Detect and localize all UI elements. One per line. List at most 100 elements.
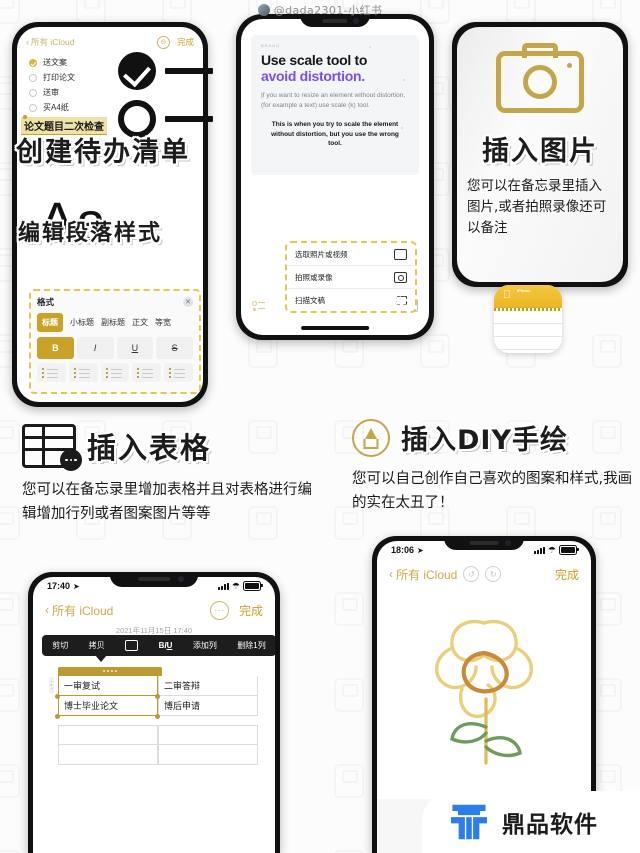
checkbox-icon[interactable] — [29, 73, 37, 82]
watermark-note-icon — [334, 592, 364, 626]
table-cell[interactable] — [158, 745, 258, 765]
done-button[interactable]: 完成 — [239, 602, 263, 619]
back-button[interactable]: ‹ 所有 iCloud — [45, 602, 113, 619]
table-cell[interactable] — [158, 725, 258, 745]
delete-column-button[interactable]: 删除1列 — [237, 640, 265, 651]
table-icon — [22, 424, 82, 471]
card-emphasis: This is when you try to scale the elemen… — [271, 121, 399, 147]
chevron-left-icon: ‹ — [26, 37, 29, 47]
add-column-button[interactable]: 添加列 — [193, 640, 217, 651]
status-bar: 17:40 ➤ ☂ — [33, 579, 275, 593]
biu-button[interactable]: BIU — [159, 641, 173, 650]
more-button[interactable]: ··· — [209, 600, 229, 620]
table-cell[interactable]: 博后申请 — [158, 696, 258, 716]
strikethrough-button[interactable]: S — [156, 337, 193, 359]
watermark-note-icon — [0, 506, 20, 540]
flower-sketch — [435, 619, 533, 765]
table-cell[interactable]: 二审答辩 — [158, 676, 258, 696]
markup-pen-icon — [352, 418, 390, 457]
watermark-note-icon — [334, 678, 364, 712]
list-item[interactable]: 送审 — [29, 85, 169, 100]
insert-photo-body: 您可以在备忘录里插入图片,或者拍照录像还可以备注 — [467, 178, 607, 236]
menu-label: 选取照片或视频 — [295, 249, 348, 259]
style-button-subheading[interactable]: 副标题 — [101, 317, 125, 328]
checkbox-icon[interactable] — [29, 103, 37, 112]
italic-button[interactable]: I — [76, 337, 114, 359]
status-time: 18:06 — [391, 545, 415, 555]
numbered-list-button[interactable] — [100, 363, 130, 382]
checkmark-annotation-icon — [118, 52, 156, 90]
menu-item-choose-photo[interactable]: 选取照片或视频 — [287, 243, 415, 266]
drawing-nav-bar: ‹ 所有 iCloud ↺ ↻ 完成 — [377, 563, 591, 585]
redo-icon[interactable]: ↻ — [485, 566, 502, 582]
checkbox-checked-icon[interactable] — [29, 58, 37, 67]
insert-diy-section: 插入DIY手绘 您可以自己创作自己喜欢的图案和样式,我画的实在太丑了！ — [352, 418, 634, 515]
insert-media-menu: 选取照片或视频 拍照或录像 扫描文稿 — [285, 241, 417, 313]
dashed-list-button[interactable] — [68, 363, 98, 382]
done-button[interactable]: 完成 — [177, 36, 194, 48]
back-button[interactable]: ‹ 所有 iCloud — [26, 36, 74, 48]
selection-handle[interactable] — [55, 714, 60, 719]
watermark-note-icon — [592, 334, 622, 368]
todo-nav-bar: ‹ 所有 iCloud ⊖ 完成 — [17, 33, 203, 51]
location-arrow-icon: ➤ — [73, 581, 80, 591]
bold-button[interactable]: B — [37, 337, 74, 359]
checklist-icon[interactable] — [252, 300, 265, 311]
menu-item-scan-document[interactable]: 扫描文稿 — [287, 289, 415, 311]
avatar — [257, 4, 270, 16]
table-row[interactable] — [58, 745, 258, 765]
style-button-heading[interactable]: 小标题 — [70, 317, 94, 328]
table-phone-screen: 17:40 ➤ ☂ ‹ 所有 iCloud ··· 完成 2021年11月15日… — [33, 577, 275, 853]
row-handle[interactable] — [49, 677, 54, 693]
table-row[interactable]: 博士毕业论文 博后申请 — [58, 696, 258, 716]
style-button-body[interactable]: 正文 — [132, 317, 148, 328]
table-row[interactable]: 一审复试 二审答辩 — [58, 676, 258, 696]
selection-handle-left[interactable] — [23, 115, 27, 119]
home-indicator — [301, 326, 369, 330]
selection-handle[interactable] — [155, 694, 160, 699]
underline-button[interactable]: U — [116, 337, 154, 359]
selection-handle[interactable] — [155, 714, 160, 719]
back-label: 所有 iCloud — [31, 37, 75, 47]
more-button[interactable]: ⊖ — [156, 35, 170, 49]
page-root: @dada2301-小红书 ‹ 所有 iCloud ⊖ 完成 送文案 打印论文 … — [0, 0, 640, 853]
close-icon[interactable]: ✕ — [183, 297, 193, 307]
list-style-row — [37, 363, 193, 382]
apple-logo-icon:  — [503, 290, 511, 301]
insert-table-header: 插入表格 — [22, 424, 312, 471]
table-cell[interactable]: 一审复试 — [58, 676, 158, 696]
column-handle[interactable] — [58, 667, 162, 676]
menu-item-take-photo[interactable]: 拍照或录像 — [287, 266, 415, 289]
line-annotation — [165, 116, 213, 122]
notes-app-icon:  iPhone — [494, 285, 562, 353]
watermark-note-icon — [0, 764, 20, 798]
outdent-button[interactable] — [132, 363, 162, 382]
copy-button[interactable]: 拷贝 — [89, 640, 105, 651]
table-row[interactable] — [58, 725, 258, 745]
checkbox-icon[interactable] — [29, 88, 37, 97]
watermark-note-icon — [592, 592, 622, 626]
cut-button[interactable]: 剪切 — [52, 640, 68, 651]
selection-handle[interactable] — [55, 694, 60, 699]
back-button[interactable]: ‹ 所有 iCloud — [389, 566, 457, 583]
camera-icon — [496, 51, 584, 113]
sticker-insert-table: 插入表格 — [86, 431, 212, 466]
select-icon[interactable] — [125, 640, 139, 651]
bulleted-list-button[interactable] — [37, 363, 66, 382]
style-button-mono[interactable]: 等宽 — [155, 317, 171, 328]
indent-button[interactable] — [164, 363, 193, 382]
insert-table-body: 您可以在备忘录里增加表格并且对表格进行编辑增加行列或者图案图片等等 — [22, 482, 312, 522]
undo-icon[interactable]: ↺ — [463, 566, 480, 582]
scale-phone-screen: BRAND Use scale tool to avoid distortion… — [241, 19, 429, 335]
table-cell[interactable] — [58, 725, 158, 745]
watermark-note-icon — [0, 678, 20, 712]
style-button-title[interactable]: 标题 — [37, 313, 63, 332]
battery-icon — [243, 581, 263, 591]
back-label: 所有 iCloud — [52, 603, 114, 618]
insert-diy-body: 您可以自己创作自己喜欢的图案和样式,我画的实在太丑了！ — [352, 471, 633, 511]
table-cell[interactable]: 博士毕业论文 — [58, 696, 158, 716]
insert-table-section: 插入表格 您可以在备忘录里增加表格并且对表格进行编辑增加行列或者图案图片等等 — [22, 424, 312, 526]
table-cell[interactable] — [58, 745, 158, 765]
sticker-insert-photo: 插入图片 — [482, 136, 598, 168]
done-button[interactable]: 完成 — [555, 566, 579, 583]
